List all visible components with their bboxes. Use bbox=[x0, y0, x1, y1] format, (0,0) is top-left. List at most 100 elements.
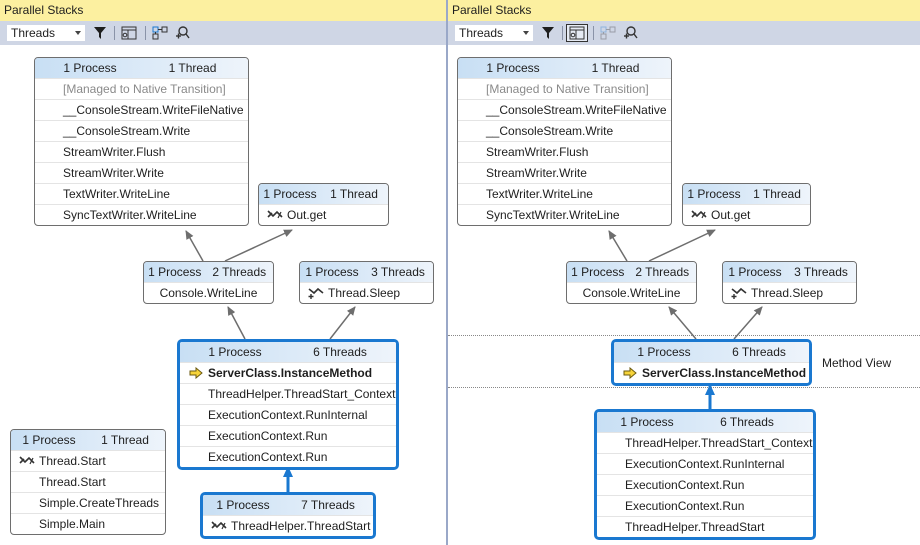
stack-frame[interactable]: StreamWriter.Write bbox=[458, 162, 671, 183]
toggle-zoom-button[interactable] bbox=[172, 24, 192, 42]
stack-frame[interactable]: Simple.CreateThreads bbox=[11, 492, 165, 513]
frame-label: [Managed to Native Transition] bbox=[63, 82, 226, 96]
stack-node-current[interactable]: 1 Process 6 Threads ThreadHelper.ThreadSt… bbox=[594, 409, 816, 540]
frame-label: __ConsoleStream.WriteFileNative bbox=[486, 103, 667, 117]
stack-frame[interactable]: Out.get bbox=[683, 204, 810, 225]
toolbar-separator bbox=[593, 26, 594, 40]
edge-n5-n3 bbox=[227, 306, 246, 340]
stack-frame-current[interactable]: ServerClass.InstanceMethod bbox=[180, 362, 396, 383]
stack-frame[interactable]: Simple.Main bbox=[11, 513, 165, 534]
frame-label: [Managed to Native Transition] bbox=[486, 82, 649, 96]
frame-label: SyncTextWriter.WriteLine bbox=[63, 208, 197, 222]
stack-frame[interactable]: SyncTextWriter.WriteLine bbox=[35, 204, 248, 225]
thread-count: 6 Threads bbox=[732, 345, 786, 359]
stack-node[interactable]: 1 Process 2 Threads Console.WriteLine bbox=[143, 261, 274, 304]
stack-frame[interactable]: Console.WriteLine bbox=[567, 282, 696, 303]
thread-switch-icon bbox=[211, 521, 227, 530]
thread-count: 1 Thread bbox=[330, 187, 378, 201]
frame-label: Out.get bbox=[711, 208, 751, 222]
stack-frame[interactable]: ExecutionContext.RunInternal bbox=[180, 404, 396, 425]
stack-frame[interactable]: Console.WriteLine bbox=[144, 282, 273, 303]
stack-node[interactable]: 1 Process 1 Thread [Managed to Native Tra… bbox=[457, 57, 672, 226]
process-count: 1 Process bbox=[620, 415, 674, 429]
stack-frame[interactable]: __ConsoleStream.WriteFileNative bbox=[458, 99, 671, 120]
stack-frame[interactable]: StreamWriter.Flush bbox=[458, 141, 671, 162]
edge-n3-n2 bbox=[224, 229, 293, 262]
thread-count: 2 Threads bbox=[635, 265, 690, 279]
stack-node[interactable]: 1 Process 3 Threads Thread.Sleep bbox=[299, 261, 434, 304]
stack-frame[interactable]: ExecutionContext.Run bbox=[597, 495, 813, 516]
frame-label: ExecutionContext.Run bbox=[625, 499, 745, 513]
stack-frame[interactable]: Out.get bbox=[259, 204, 388, 225]
stack-node[interactable]: 1 Process 1 Thread [Managed to Native Tra… bbox=[34, 57, 249, 226]
stack-node-current[interactable]: 1 Process 6 Threads ServerClass.InstanceM… bbox=[177, 339, 399, 470]
view-select-value: Threads bbox=[11, 26, 56, 40]
filter-icon bbox=[94, 27, 106, 39]
stack-node-current-method[interactable]: 1 Process 6 Threads ServerClass.InstanceM… bbox=[611, 339, 812, 386]
stack-frame[interactable]: Thread.Start bbox=[11, 471, 165, 492]
stack-frame[interactable]: ExecutionContext.Run bbox=[180, 425, 396, 446]
view-select-dropdown[interactable]: Threads bbox=[454, 24, 534, 42]
stack-frame[interactable]: __ConsoleStream.WriteFileNative bbox=[35, 99, 248, 120]
auto-scroll-to-current-frame-icon bbox=[152, 26, 168, 40]
stack-frame[interactable]: Thread.Start bbox=[11, 450, 165, 471]
stack-frame[interactable]: TextWriter.WriteLine bbox=[458, 183, 671, 204]
stack-frame[interactable]: StreamWriter.Write bbox=[35, 162, 248, 183]
toggle-zoom-button[interactable] bbox=[620, 24, 640, 42]
stack-frame[interactable]: ThreadHelper.ThreadStart_Context bbox=[180, 383, 396, 404]
node-header: 1 Process 1 Thread bbox=[683, 184, 810, 204]
edge-m3-m1 bbox=[608, 230, 628, 262]
method-view-divider-top bbox=[448, 335, 920, 336]
stack-frame[interactable]: Thread.Sleep bbox=[300, 282, 433, 303]
node-header: 1 Process 2 Threads bbox=[567, 262, 696, 282]
stack-frame[interactable]: ThreadHelper.ThreadStart bbox=[203, 515, 373, 536]
process-count: 1 Process bbox=[208, 345, 262, 359]
stack-frame[interactable]: ExecutionContext.RunInternal bbox=[597, 453, 813, 474]
stack-node[interactable]: 1 Process 2 Threads Console.WriteLine bbox=[566, 261, 697, 304]
frame-label: StreamWriter.Flush bbox=[63, 145, 166, 159]
stack-frame[interactable]: StreamWriter.Flush bbox=[35, 141, 248, 162]
stack-frame[interactable]: Thread.Sleep bbox=[723, 282, 856, 303]
stack-frame[interactable]: [Managed to Native Transition] bbox=[35, 78, 248, 99]
auto-scroll-button[interactable] bbox=[598, 24, 618, 42]
stack-node[interactable]: 1 Process 1 Thread Out.get bbox=[258, 183, 389, 226]
stack-frame[interactable]: TextWriter.WriteLine bbox=[35, 183, 248, 204]
stack-frame[interactable]: ThreadHelper.ThreadStart bbox=[597, 516, 813, 537]
frame-label: ExecutionContext.Run bbox=[208, 429, 328, 443]
frame-label: Thread.Sleep bbox=[751, 286, 824, 300]
view-select-dropdown[interactable]: Threads bbox=[6, 24, 86, 42]
process-count: 1 Process bbox=[486, 61, 540, 75]
stack-frame[interactable]: SyncTextWriter.WriteLine bbox=[458, 204, 671, 225]
toggle-method-view-button[interactable] bbox=[566, 24, 588, 42]
toggle-method-view-button[interactable] bbox=[119, 24, 139, 42]
stack-frame[interactable]: ThreadHelper.ThreadStart_Context bbox=[597, 432, 813, 453]
thread-switch-icon bbox=[691, 210, 707, 219]
parallel-stacks-window-threads-view: Parallel Stacks Threads 1 Process 1 Thre… bbox=[0, 0, 446, 545]
edge-m3-m2 bbox=[648, 229, 716, 262]
process-count: 1 Process bbox=[263, 187, 317, 201]
filter-button[interactable] bbox=[538, 24, 558, 42]
node-header: 1 Process 6 Threads bbox=[180, 342, 396, 362]
toggle-method-view-icon bbox=[121, 26, 137, 40]
thread-count: 1 Thread bbox=[168, 61, 217, 75]
stack-node[interactable]: 1 Process 1 Thread Thread.Start Thread.St… bbox=[10, 429, 166, 535]
view-select-value: Threads bbox=[459, 26, 504, 40]
stack-node[interactable]: 1 Process 3 Threads Thread.Sleep bbox=[722, 261, 857, 304]
stack-frame[interactable]: __ConsoleStream.Write bbox=[458, 120, 671, 141]
filter-button[interactable] bbox=[90, 24, 110, 42]
stack-frame[interactable]: ExecutionContext.Run bbox=[597, 474, 813, 495]
frame-label: Simple.Main bbox=[39, 517, 106, 531]
thread-count: 2 Threads bbox=[212, 265, 267, 279]
frame-label: ServerClass.InstanceMethod bbox=[642, 366, 807, 380]
stack-frame[interactable]: [Managed to Native Transition] bbox=[458, 78, 671, 99]
method-view-divider-bottom bbox=[448, 387, 920, 388]
node-header: 1 Process 1 Thread bbox=[458, 58, 671, 78]
chevron-down-icon bbox=[523, 31, 529, 35]
process-count: 1 Process bbox=[216, 498, 270, 512]
stack-frame[interactable]: __ConsoleStream.Write bbox=[35, 120, 248, 141]
stack-node[interactable]: 1 Process 1 Thread Out.get bbox=[682, 183, 811, 226]
stack-node-current[interactable]: 1 Process 7 Threads ThreadHelper.ThreadSt… bbox=[200, 492, 376, 539]
auto-scroll-button[interactable] bbox=[150, 24, 170, 42]
stack-frame[interactable]: ExecutionContext.Run bbox=[180, 446, 396, 467]
stack-frame-current[interactable]: ServerClass.InstanceMethod bbox=[614, 362, 809, 383]
